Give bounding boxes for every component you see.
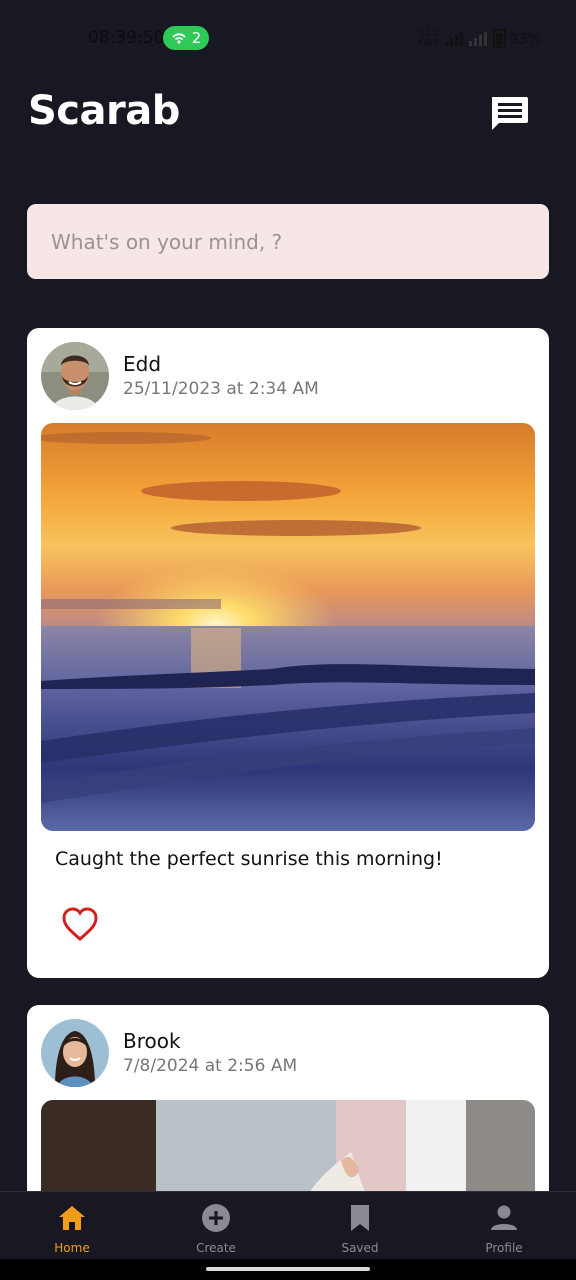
hotspot-badge: 2 <box>163 26 209 50</box>
nav-label: Saved <box>341 1241 379 1255</box>
status-time: 08:39:50 <box>88 28 165 48</box>
home-icon <box>59 1206 85 1230</box>
avatar[interactable] <box>41 1019 109 1087</box>
network-speed: 94.0 KB/S <box>417 28 439 48</box>
post-caption: Caught the perfect sunrise this morning! <box>55 848 443 870</box>
nav-home[interactable]: Home <box>0 1192 144 1260</box>
person-icon <box>491 1205 517 1230</box>
post-date: 25/11/2023 at 2:34 AM <box>123 379 319 399</box>
status-icons: 94.0 KB/S 93% <box>418 29 542 48</box>
battery-indicator: 93% <box>492 29 542 48</box>
heart-outline-icon <box>62 907 98 942</box>
nav-saved[interactable]: Saved <box>288 1192 432 1260</box>
chat-button[interactable] <box>488 94 530 134</box>
post-author[interactable]: Brook <box>123 1029 181 1053</box>
nav-label: Create <box>196 1241 236 1255</box>
post-author[interactable]: Edd <box>123 352 161 376</box>
chat-bubble-icon <box>492 97 528 130</box>
home-indicator[interactable] <box>0 1259 576 1280</box>
bookmark-icon <box>351 1205 369 1231</box>
hotspot-count: 2 <box>191 29 202 47</box>
post-card: Edd 25/11/2023 at 2:34 AM Caught the per… <box>27 328 549 978</box>
like-button[interactable] <box>61 906 99 942</box>
nav-label: Home <box>54 1241 90 1255</box>
post-date: 7/8/2024 at 2:56 AM <box>123 1056 298 1076</box>
signal-icon <box>444 31 463 46</box>
avatar[interactable] <box>41 342 109 410</box>
app-title: Scarab <box>28 88 180 134</box>
bottom-navigation: Home Create Saved Profile <box>0 1191 576 1260</box>
nav-label: Profile <box>485 1241 523 1255</box>
post-image[interactable] <box>41 423 535 831</box>
status-bar: 08:39:50 2 94.0 KB/S 93% <box>0 0 576 78</box>
add-circle-icon <box>202 1204 230 1232</box>
signal-icon-2 <box>468 31 487 46</box>
whats-on-your-mind-input[interactable] <box>49 228 533 255</box>
battery-icon <box>492 29 506 48</box>
nav-create[interactable]: Create <box>144 1192 288 1260</box>
nav-profile[interactable]: Profile <box>432 1192 576 1260</box>
hotspot-icon <box>172 33 186 44</box>
post-composer[interactable] <box>27 204 549 279</box>
